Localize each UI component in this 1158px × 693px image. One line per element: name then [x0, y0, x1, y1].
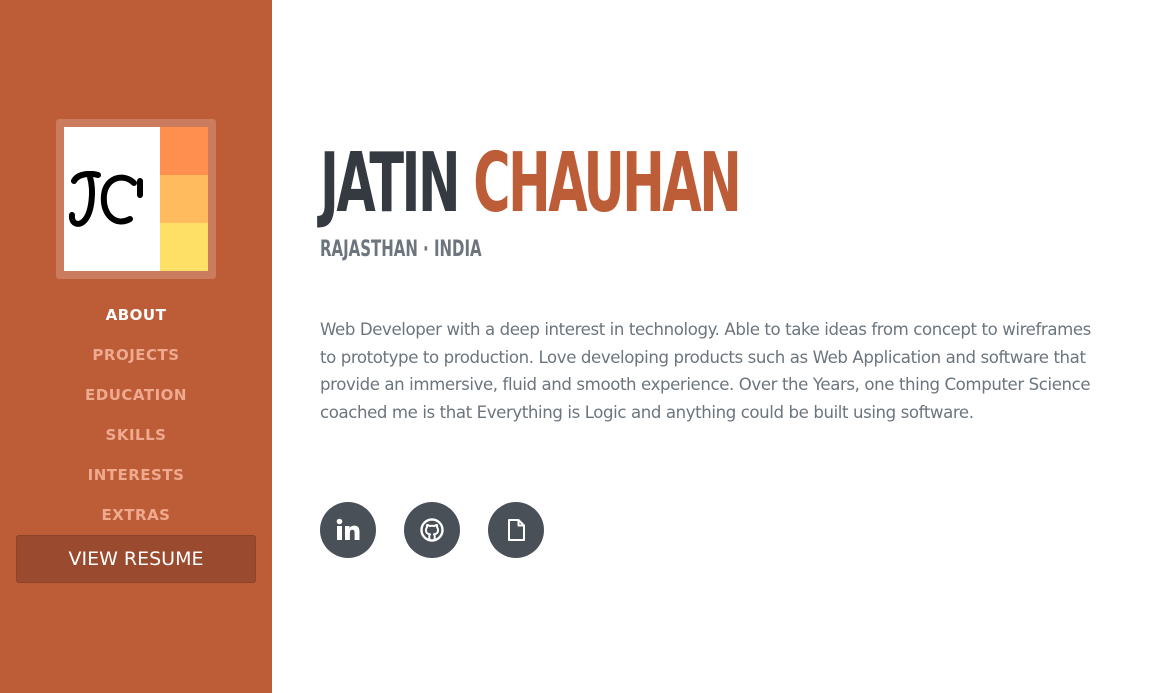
linkedin-button[interactable]: [320, 502, 376, 558]
main-content: JATIN CHAUHAN RAJASTHAN · INDIA Web Deve…: [272, 0, 1158, 693]
jc-monogram-logo: [68, 171, 143, 227]
linkedin-icon: [336, 518, 360, 540]
about-paragraph: Web Developer with a deep interest in te…: [320, 320, 1091, 423]
nav-item-education[interactable]: EDUCATION: [0, 375, 272, 415]
document-icon: [508, 519, 525, 541]
avatar-stripe-orange: [160, 127, 208, 175]
sidebar: ABOUT PROJECTS EDUCATION SKILLS INTEREST…: [0, 0, 272, 693]
document-button[interactable]: [488, 502, 544, 558]
avatar-stripe-amber: [160, 175, 208, 223]
nav-item-about[interactable]: ABOUT: [0, 295, 272, 335]
github-icon: [420, 518, 444, 542]
avatar-image: [64, 127, 208, 271]
avatar-stripe-yellow: [160, 223, 208, 271]
nav-item-interests[interactable]: INTERESTS: [0, 455, 272, 495]
first-name: JATIN: [320, 136, 461, 231]
sidebar-nav: ABOUT PROJECTS EDUCATION SKILLS INTEREST…: [0, 295, 272, 535]
page-title: JATIN CHAUHAN: [320, 136, 742, 231]
last-name: CHAUHAN: [473, 136, 741, 231]
location-subtitle: RAJASTHAN · INDIA: [320, 237, 482, 262]
github-button[interactable]: [404, 502, 460, 558]
nav-item-extras[interactable]: EXTRAS: [0, 495, 272, 535]
view-resume-button[interactable]: VIEW RESUME: [16, 535, 256, 583]
nav-item-skills[interactable]: SKILLS: [0, 415, 272, 455]
avatar[interactable]: [56, 119, 216, 279]
nav-item-projects[interactable]: PROJECTS: [0, 335, 272, 375]
